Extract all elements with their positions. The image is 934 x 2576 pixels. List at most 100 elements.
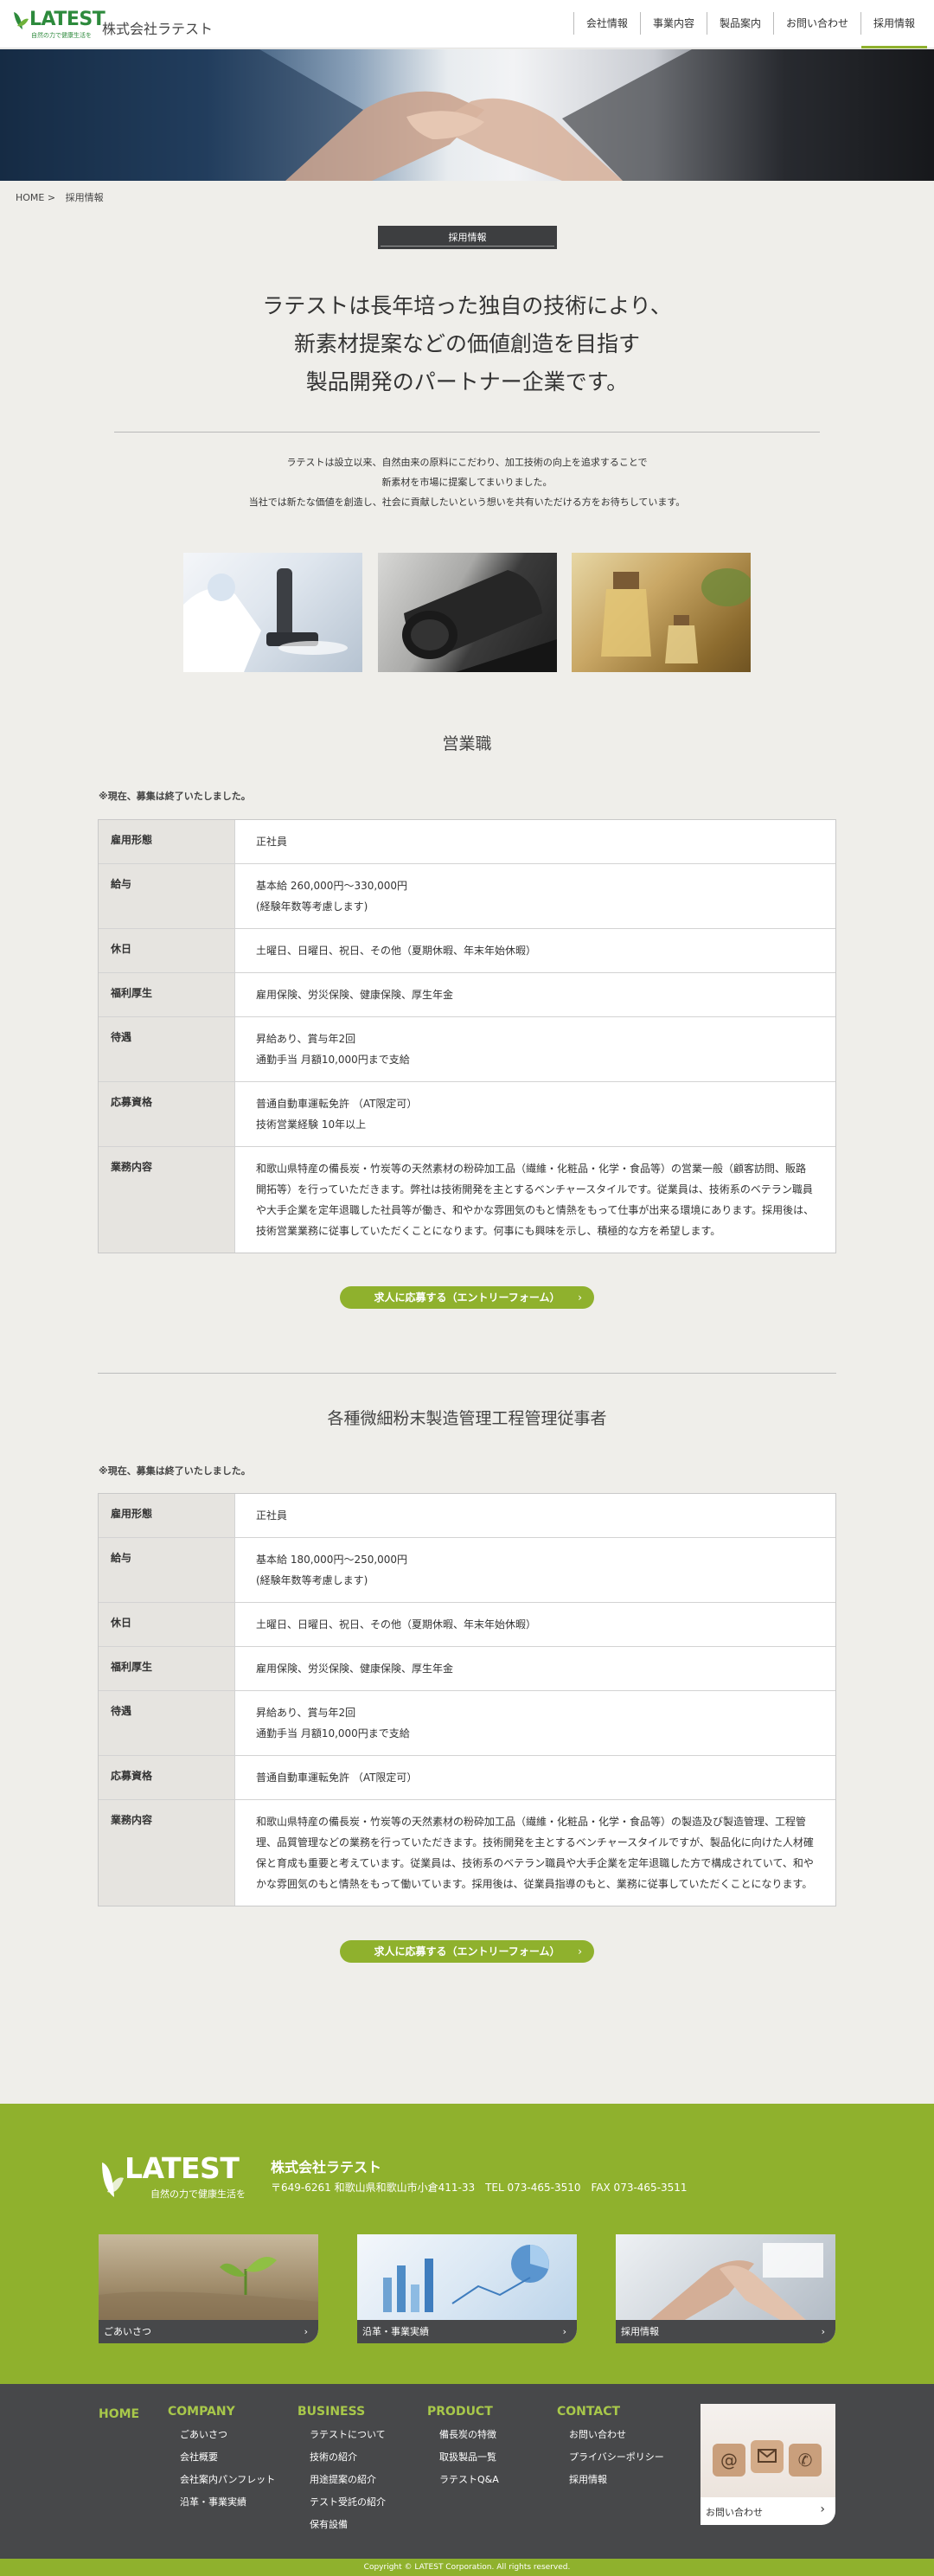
row-value: 昇給あり、賞与年2回 通勤手当 月額10,000円まで支給 (235, 1017, 835, 1081)
footer-card-recruit[interactable]: 採用情報 › (616, 2234, 835, 2343)
sitemap-link[interactable]: 技術の紹介 (310, 2446, 386, 2469)
copyright: Copyright © LATEST Corporation. All righ… (0, 2559, 934, 2576)
card-label: 沿革・事業実績 (362, 2326, 429, 2337)
sitemap-link[interactable]: 取扱製品一覧 (439, 2446, 499, 2469)
table-row: 応募資格 普通自動車運転免許 （AT限定可） 技術営業経験 10年以上 (99, 1081, 835, 1146)
sitemap-link[interactable]: 保有設備 (310, 2514, 386, 2536)
card-label-bar: 沿革・事業実績 › (357, 2320, 577, 2343)
breadcrumb-current: 採用情報 (65, 192, 104, 203)
row-value-line: 土曜日、日曜日、祝日、その他（夏期休暇、年末年始休暇） (256, 945, 537, 957)
table-row: 休日 土曜日、日曜日、祝日、その他（夏期休暇、年末年始休暇） (99, 1602, 835, 1646)
row-value-line: 通勤手当 月額10,000円まで支給 (256, 1727, 410, 1740)
row-label: 雇用形態 (99, 820, 235, 863)
svg-text:@: @ (720, 2450, 738, 2470)
breadcrumb-home[interactable]: HOME (16, 192, 44, 203)
row-value-line: 技術営業経験 10年以上 (256, 1118, 367, 1131)
footer-address: 〒649-6261 和歌山県和歌山市小倉411-33 TEL 073-465-3… (271, 2182, 688, 2194)
row-value: 雇用保険、労災保険、健康保険、厚生年金 (235, 1647, 835, 1690)
breadcrumb: HOME > 採用情報 (16, 190, 111, 204)
row-value-line: 普通自動車運転免許 （AT限定可） (256, 1098, 418, 1110)
row-label: 業務内容 (99, 1800, 235, 1906)
footer-card-greeting[interactable]: ごあいさつ › (99, 2234, 318, 2343)
catch-line: 新素材提案などの価値創造を目指す (293, 331, 640, 356)
entry-form-button[interactable]: 求人に応募する（エントリーフォーム） › (340, 1286, 594, 1309)
row-label: 雇用形態 (99, 1494, 235, 1537)
table-row: 給与 基本給 260,000円〜330,000円 (経験年数等考慮します) (99, 863, 835, 928)
row-label: 待遇 (99, 1017, 235, 1081)
company-name: 株式会社ラテスト (102, 21, 214, 37)
row-value: 土曜日、日曜日、祝日、その他（夏期休暇、年末年始休暇） (235, 929, 835, 972)
sitemap-head-product: PRODUCT (427, 2405, 493, 2419)
entry-button-label: 求人に応募する（エントリーフォーム） (374, 1945, 560, 1958)
footer-logo[interactable]: LATEST 自然の力で健康生活を (99, 2151, 246, 2201)
sitemap-col-product: PRODUCT 備長炭の特徴 取扱製品一覧 ラテストQ&A (427, 2405, 499, 2491)
table-row: 待遇 昇給あり、賞与年2回 通勤手当 月額10,000円まで支給 (99, 1016, 835, 1081)
row-label: 業務内容 (99, 1147, 235, 1253)
recruit-closed-notice: ※現在、募集は終了いたしました。 (99, 791, 251, 802)
job-table-sales: 雇用形態 正社員 給与 基本給 260,000円〜330,000円 (経験年数等… (98, 819, 836, 1253)
row-value-line: 土曜日、日曜日、祝日、その他（夏期休暇、年末年始休暇） (256, 1618, 537, 1631)
sitemap-link[interactable]: 採用情報 (569, 2469, 664, 2491)
row-value-line: 基本給 260,000円〜330,000円 (256, 880, 408, 892)
breadcrumb-separator: > (47, 192, 56, 203)
sitemap-link[interactable]: 会社案内パンフレット (180, 2469, 275, 2491)
row-value: 和歌山県特産の備長炭・竹炭等の天然素材の粉砕加工品（繊維・化粧品・化学・食品等）… (235, 1800, 835, 1906)
row-value-line: 雇用保険、労災保険、健康保険、厚生年金 (256, 1663, 454, 1675)
card-label-bar: ごあいさつ › (99, 2320, 318, 2343)
recruit-closed-notice: ※現在、募集は終了いたしました。 (99, 1465, 251, 1477)
logo-wordmark: LATEST (125, 2151, 240, 2185)
table-row: 給与 基本給 180,000円〜250,000円 (経験年数等考慮します) (99, 1537, 835, 1602)
sitemap-link[interactable]: お問い合わせ (569, 2424, 664, 2446)
row-value-line: 正社員 (256, 836, 288, 848)
sitemap-link[interactable]: 会社概要 (180, 2446, 275, 2469)
row-value-line: 基本給 180,000円〜250,000円 (256, 1554, 408, 1566)
table-row: 福利厚生 雇用保険、労災保険、健康保険、厚生年金 (99, 972, 835, 1016)
site-logo[interactable]: LATEST 自然の力で健康生活を (12, 7, 106, 43)
row-label: 休日 (99, 1603, 235, 1646)
sitemap-link[interactable]: 用途提案の紹介 (310, 2469, 386, 2491)
chevron-right-icon: › (578, 1291, 582, 1304)
intro-line: 新素材を市場に提案してまいりました。 (381, 477, 553, 488)
row-label: 応募資格 (99, 1756, 235, 1799)
nav-business[interactable]: 事業内容 (639, 12, 707, 35)
table-row: 雇用形態 正社員 (99, 1494, 835, 1537)
footer-contact-card[interactable]: @ ✆ お問い合わせ › (700, 2404, 835, 2525)
row-value: 和歌山県特産の備長炭・竹炭等の天然素材の粉砕加工品（繊維・化粧品・化学・食品等）… (235, 1147, 835, 1253)
job-table-production: 雇用形態 正社員 給与 基本給 180,000円〜250,000円 (経験年数等… (98, 1493, 836, 1906)
entry-form-button[interactable]: 求人に応募する（エントリーフォーム） › (340, 1940, 594, 1963)
sitemap-link[interactable]: ラテストについて (310, 2424, 386, 2446)
nav-products[interactable]: 製品案内 (706, 12, 773, 35)
chevron-right-icon: › (578, 1945, 582, 1958)
row-value-line: 正社員 (256, 1509, 288, 1522)
row-value: 正社員 (235, 820, 835, 863)
sitemap-link[interactable]: プライバシーポリシー (569, 2446, 664, 2469)
row-label: 給与 (99, 1538, 235, 1602)
leaf-logo-icon (14, 12, 29, 29)
nav-contact[interactable]: お問い合わせ (772, 12, 860, 35)
footer-card-history[interactable]: 沿革・事業実績 › (357, 2234, 577, 2343)
entry-button-label: 求人に応募する（エントリーフォーム） (374, 1291, 560, 1304)
row-value: 昇給あり、賞与年2回 通勤手当 月額10,000円まで支給 (235, 1691, 835, 1755)
nav-company-info[interactable]: 会社情報 (573, 12, 640, 35)
leaf-logo-icon (102, 2163, 124, 2197)
photo-laboratory (183, 553, 362, 672)
sitemap-link[interactable]: ラテストQ&A (439, 2469, 499, 2491)
card-label-bar: 採用情報 › (616, 2320, 835, 2343)
sitemap-link[interactable]: 沿革・事業実績 (180, 2491, 275, 2514)
row-label: 休日 (99, 929, 235, 972)
card-image-contact-blocks: @ ✆ (700, 2404, 835, 2497)
sitemap-link[interactable]: 備長炭の特徴 (439, 2424, 499, 2446)
sitemap-head-home[interactable]: HOME (99, 2407, 139, 2421)
chevron-right-icon: › (820, 2502, 825, 2516)
sitemap-link[interactable]: ごあいさつ (180, 2424, 275, 2446)
footer-company-name: 株式会社ラテスト (271, 2159, 382, 2176)
sitemap-link[interactable]: テスト受託の紹介 (310, 2491, 386, 2514)
row-value-line: (経験年数等考慮します) (256, 1574, 368, 1586)
handshake-illustration (0, 49, 934, 181)
site-header: LATEST 自然の力で健康生活を 株式会社ラテスト 会社情報 事業内容 製品案… (0, 0, 934, 48)
nav-recruit[interactable]: 採用情報 (860, 12, 928, 48)
page-title: 採用情報 (378, 226, 557, 249)
table-row: 業務内容 和歌山県特産の備長炭・竹炭等の天然素材の粉砕加工品（繊維・化粧品・化学… (99, 1799, 835, 1906)
row-value-line: 和歌山県特産の備長炭・竹炭等の天然素材の粉砕加工品（繊維・化粧品・化学・食品等）… (256, 1163, 815, 1237)
sitemap-col-business: BUSINESS ラテストについて 技術の紹介 用途提案の紹介 テスト受託の紹介… (297, 2405, 386, 2536)
